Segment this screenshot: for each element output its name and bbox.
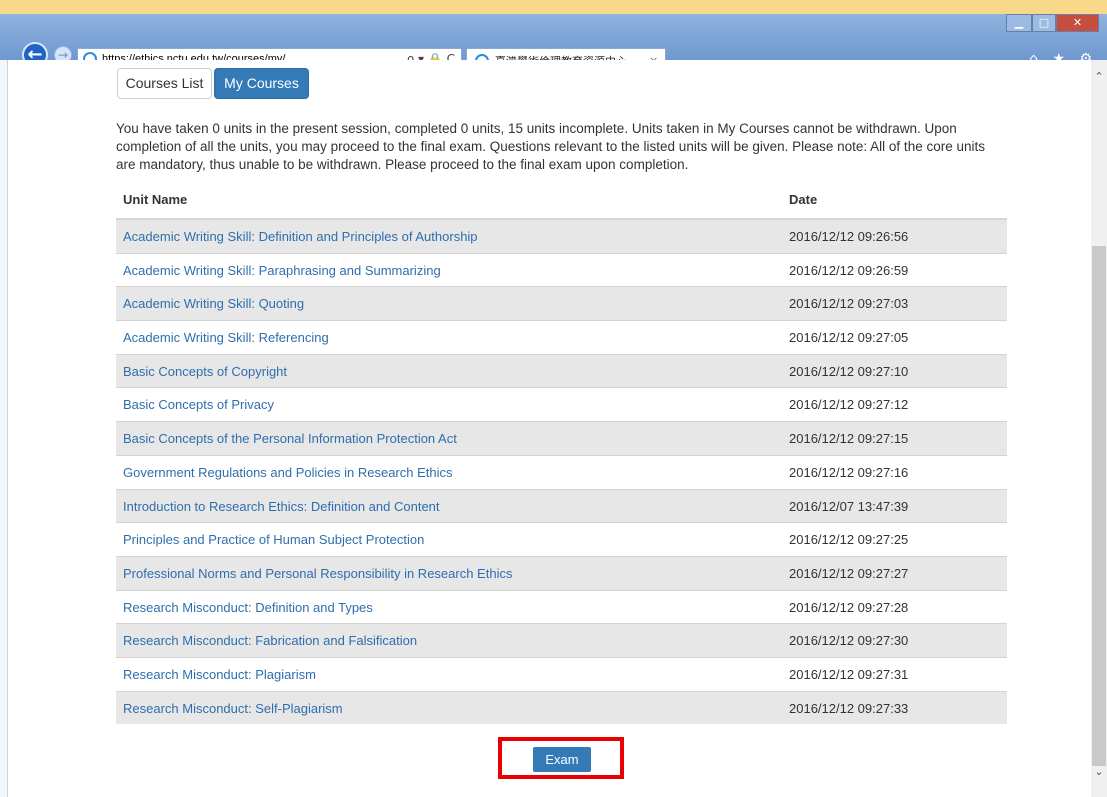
unit-date: 2016/12/07 13:47:39 <box>789 498 909 514</box>
maximize-icon[interactable]: □ <box>1032 14 1056 32</box>
browser-chrome: ← → https://ethics.nctu.edu.tw/courses/m… <box>0 14 1107 74</box>
unit-link[interactable]: Research Misconduct: Plagiarism <box>123 667 316 683</box>
table-row: Basic Concepts of the Personal Informati… <box>116 421 1007 455</box>
unit-date: 2016/12/12 09:27:16 <box>789 464 909 480</box>
table-row: Academic Writing Skill: Referencing 2016/… <box>116 320 1007 354</box>
scroll-thumb[interactable] <box>1092 246 1106 766</box>
top-strip <box>0 0 1107 14</box>
unit-link[interactable]: Research Misconduct: Fabrication and Fal… <box>123 633 417 649</box>
unit-date: 2016/12/12 09:27:30 <box>789 633 909 649</box>
unit-date: 2016/12/12 09:26:56 <box>789 229 909 244</box>
window-left-edge <box>0 60 8 797</box>
unit-link[interactable]: Academic Writing Skill: Definition and P… <box>123 229 478 245</box>
page-content: Courses List My Courses You have taken 0… <box>9 60 1091 797</box>
table-row: Academic Writing Skill: Quoting 2016/12/1… <box>116 286 1007 321</box>
intro-text: You have taken 0 units in the present se… <box>116 121 985 172</box>
unit-date: 2016/12/12 09:27:12 <box>789 397 909 413</box>
unit-link[interactable]: Academic Writing Skill: Referencing <box>123 330 329 346</box>
table-row: Research Misconduct: Self-Plagiarism 2016… <box>116 690 1007 725</box>
table-row: Basic Concepts of Copyright 2016/12/12 09… <box>116 353 1007 388</box>
table-row: Academic Writing Skill: Definition and P… <box>116 219 1007 253</box>
table-row: Introduction to Research Ethics: Definit… <box>116 488 1007 523</box>
unit-link[interactable]: Academic Writing Skill: Paraphrasing and… <box>123 263 441 279</box>
table-row: Research Misconduct: Plagiarism 2016/12/1… <box>116 656 1007 691</box>
unit-name-header: Unit Name <box>123 192 188 207</box>
unit-link[interactable]: Introduction to Research Ethics: Definit… <box>123 499 440 515</box>
close-window-icon[interactable]: ✕ <box>1056 14 1099 32</box>
minimize-icon[interactable]: ▁ <box>1006 14 1032 32</box>
unit-link[interactable]: Professional Norms and Personal Responsi… <box>123 566 512 582</box>
unit-date: 2016/12/12 09:27:15 <box>789 431 909 447</box>
table-body: Academic Writing Skill: Definition and P… <box>116 219 1007 725</box>
unit-date: 2016/12/12 09:27:33 <box>789 700 909 716</box>
unit-link[interactable]: Research Misconduct: Definition and Type… <box>123 600 373 616</box>
unit-date: 2016/12/12 09:27:03 <box>789 296 909 312</box>
unit-link[interactable]: Academic Writing Skill: Quoting <box>123 296 304 312</box>
table-header: Unit Name Date <box>116 184 1007 219</box>
unit-date: 2016/12/12 09:27:27 <box>789 565 909 581</box>
unit-link[interactable]: Basic Concepts of the Personal Informati… <box>123 431 457 447</box>
exam-button[interactable]: Exam <box>533 747 591 772</box>
unit-date: 2016/12/12 09:27:10 <box>789 363 909 379</box>
unit-date: 2016/12/12 09:27:31 <box>789 666 909 682</box>
table-row: Basic Concepts of Privacy 2016/12/12 09:2… <box>116 387 1007 421</box>
table-row: Research Misconduct: Definition and Type… <box>116 589 1007 624</box>
date-header: Date <box>789 192 818 207</box>
table-row: Principles and Practice of Human Subject… <box>116 522 1007 556</box>
window-controls: ▁ □ ✕ <box>1006 14 1099 32</box>
unit-date: 2016/12/12 09:27:05 <box>789 330 909 346</box>
table-row: Research Misconduct: Fabrication and Fal… <box>116 623 1007 657</box>
courses-list-tab[interactable]: Courses List <box>117 68 212 99</box>
courses-table: Unit Name Date Academic Writing Skill: D… <box>116 184 1007 725</box>
scroll-down-icon[interactable]: ⌄ <box>1091 765 1107 779</box>
scroll-up-icon[interactable]: ⌃ <box>1091 70 1107 84</box>
unit-link[interactable]: Research Misconduct: Self-Plagiarism <box>123 701 343 717</box>
unit-date: 2016/12/12 09:27:25 <box>789 532 909 548</box>
table-row: Government Regulations and Policies in R… <box>116 454 1007 489</box>
my-courses-tab[interactable]: My Courses <box>214 68 309 99</box>
exam-highlight-box: Exam <box>498 737 624 779</box>
vertical-scrollbar[interactable]: ⌃ ⌄ <box>1091 60 1107 797</box>
unit-link[interactable]: Principles and Practice of Human Subject… <box>123 532 424 548</box>
unit-date: 2016/12/12 09:26:59 <box>789 262 909 278</box>
unit-link[interactable]: Government Regulations and Policies in R… <box>123 465 453 481</box>
table-row: Academic Writing Skill: Paraphrasing and… <box>116 252 1007 287</box>
unit-date: 2016/12/12 09:27:28 <box>789 599 909 615</box>
unit-link[interactable]: Basic Concepts of Privacy <box>123 397 274 413</box>
unit-link[interactable]: Basic Concepts of Copyright <box>123 364 287 380</box>
table-row: Professional Norms and Personal Responsi… <box>116 555 1007 590</box>
